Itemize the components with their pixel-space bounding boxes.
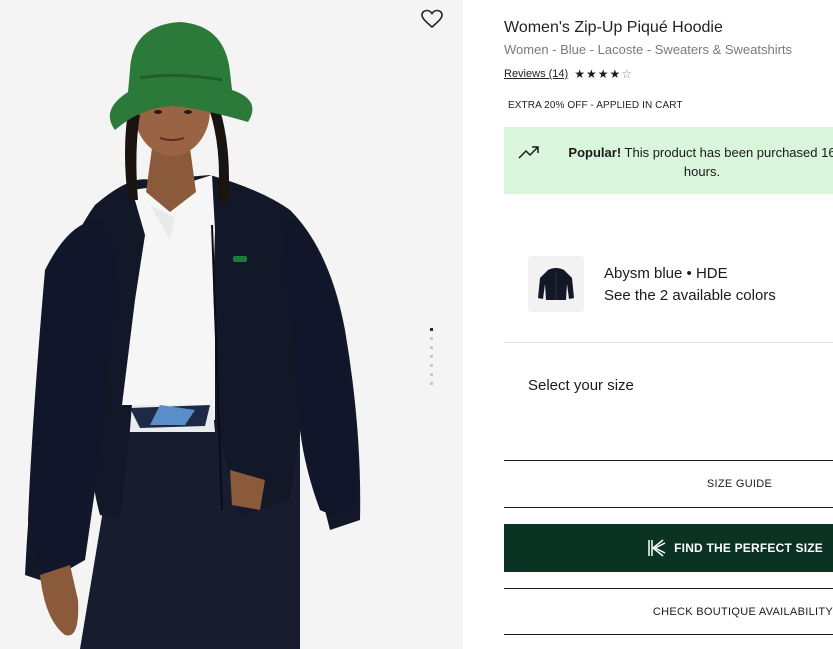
color-swatch-thumbnail[interactable] bbox=[528, 256, 584, 312]
rating-stars: ★ ★ ★ ★ ☆ bbox=[574, 68, 633, 80]
available-colors-link[interactable]: See the 2 available colors bbox=[604, 287, 776, 304]
size-guide-label: SIZE GUIDE bbox=[706, 478, 773, 490]
wishlist-button[interactable] bbox=[418, 6, 446, 32]
star-filled-icon: ★ bbox=[574, 67, 585, 81]
star-filled-icon: ★ bbox=[609, 67, 621, 81]
product-title: Women's Zip-Up Piqué Hoodie bbox=[504, 19, 723, 36]
popular-label: Popular! bbox=[568, 145, 622, 160]
gallery-dot[interactable] bbox=[430, 346, 433, 349]
check-boutique-button[interactable]: CHECK BOUTIQUE AVAILABILITY bbox=[504, 589, 833, 634]
star-empty-icon: ☆ bbox=[621, 67, 633, 81]
reviews-row: Reviews (14) ★ ★ ★ ★ ☆ bbox=[504, 68, 633, 80]
gallery-dot[interactable] bbox=[430, 355, 433, 358]
divider bbox=[504, 634, 833, 635]
promo-text: EXTRA 20% OFF - APPLIED IN CART bbox=[508, 100, 683, 111]
popular-banner: Popular! This product has been purchased… bbox=[504, 127, 833, 194]
gallery-dot[interactable] bbox=[430, 337, 433, 340]
gallery-dot[interactable] bbox=[430, 364, 433, 367]
gallery-dot[interactable] bbox=[430, 373, 433, 376]
find-perfect-size-button[interactable]: FIND THE PERFECT SIZE bbox=[504, 524, 833, 572]
divider bbox=[504, 342, 833, 343]
gallery-dot[interactable] bbox=[430, 382, 433, 385]
gallery-dot[interactable] bbox=[430, 328, 433, 331]
star-filled-icon: ★ bbox=[585, 67, 597, 81]
product-info-panel: Women's Zip-Up Piqué Hoodie Women - Blue… bbox=[504, 0, 833, 649]
hoodie-thumbnail-icon bbox=[538, 268, 574, 300]
divider bbox=[504, 460, 833, 461]
find-perfect-size-label: FIND THE PERFECT SIZE bbox=[674, 541, 823, 555]
popular-message: Popular! This product has been purchased… bbox=[552, 143, 833, 181]
reviews-link[interactable]: Reviews (14) bbox=[504, 68, 568, 80]
kleep-k-icon bbox=[648, 539, 666, 557]
gallery-pagination bbox=[429, 328, 435, 391]
trending-up-icon bbox=[518, 146, 539, 159]
product-breadcrumb: Women - Blue - Lacoste - Sweaters & Swea… bbox=[504, 42, 793, 57]
popular-line1: This product has been purchased 16 bbox=[621, 145, 833, 160]
select-size-dropdown[interactable]: Select your size bbox=[528, 377, 634, 394]
divider bbox=[504, 507, 833, 508]
popular-line2: hours. bbox=[683, 164, 721, 179]
heart-outline-icon bbox=[421, 9, 443, 29]
product-photo[interactable] bbox=[0, 0, 463, 649]
size-guide-link[interactable]: SIZE GUIDE bbox=[504, 462, 833, 506]
check-boutique-label: CHECK BOUTIQUE AVAILABILITY bbox=[652, 605, 833, 618]
product-gallery bbox=[0, 0, 463, 649]
star-filled-icon: ★ bbox=[597, 67, 609, 81]
selected-color-name: Abysm blue • HDE bbox=[604, 265, 728, 282]
